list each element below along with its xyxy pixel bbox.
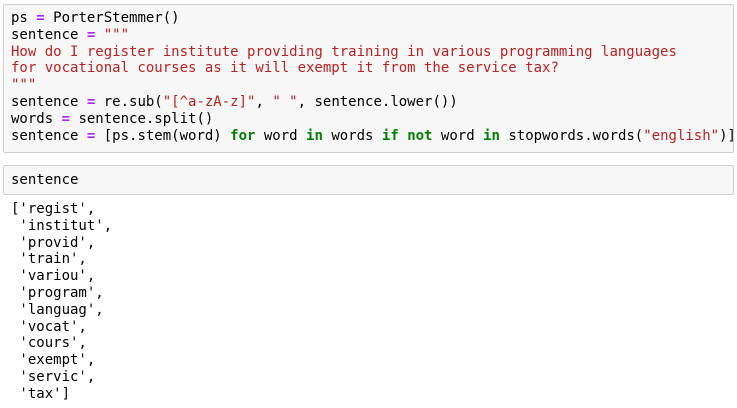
code-token: not — [407, 127, 433, 144]
code-token: for — [230, 127, 256, 144]
code-editor[interactable]: ps = PorterStemmer() sentence = """ How do… — [4, 5, 736, 145]
code-cell-input[interactable]: ps = PorterStemmer() sentence = """ How do… — [3, 4, 736, 153]
cell-output: ['regist', 'institut', 'provid', 'train'… — [11, 201, 112, 403]
code-token: , — [255, 93, 273, 110]
output-line: 'servic', — [11, 368, 96, 385]
code-token: word — [255, 127, 307, 144]
code-token: words — [322, 127, 382, 144]
output-line: 'variou', — [11, 268, 96, 285]
code-token: re.sub( — [95, 93, 163, 110]
code-line: sentence = """ — [11, 27, 733, 44]
code-token: sentence — [11, 26, 87, 43]
code-token: sentence — [11, 127, 87, 144]
code-token: if — [381, 127, 399, 144]
code-token: words — [11, 110, 62, 127]
output-line: ['regist', — [11, 201, 96, 217]
code-cell-input-2[interactable]: sentence — [3, 165, 734, 195]
code-line: How do I register institute providing tr… — [11, 44, 733, 61]
code-token: word — [432, 127, 484, 144]
output-line: 'tax'] — [11, 385, 71, 402]
output-line: 'vocat', — [11, 318, 87, 335]
code-token: sentence — [11, 93, 87, 110]
output-line: 'cours', — [11, 335, 87, 352]
output-line: 'train', — [11, 251, 87, 268]
code-line: for vocational courses as it will exempt… — [11, 60, 733, 77]
code-editor-2[interactable]: sentence — [4, 166, 733, 189]
code-line: sentence = [ps.stem(word) for word in wo… — [11, 127, 736, 145]
code-token: = — [36, 10, 45, 26]
code-line: """ — [11, 77, 733, 94]
code-token: PorterStemmer() — [44, 10, 180, 26]
code-token: , sentence.lower()) — [297, 93, 458, 110]
code-line: words = sentence.split() — [11, 111, 733, 128]
code-line: ps = PorterStemmer() — [11, 10, 733, 27]
code-line: sentence = re.sub("[^a-zA-z]", " ", sent… — [11, 94, 733, 111]
code-token: "english" — [643, 127, 720, 144]
code-token: in — [306, 127, 323, 144]
output-line: 'provid', — [11, 234, 96, 251]
code-token: in — [483, 127, 500, 144]
code-token: )] — [719, 127, 736, 144]
code-token: for vocational courses as it will exempt… — [11, 60, 559, 77]
output-line: 'institut', — [11, 217, 113, 234]
code-token: [ps.stem(word) — [95, 127, 231, 144]
code-token: " " — [272, 93, 298, 110]
output-line: 'program', — [11, 284, 104, 301]
code-token: stopwords.words( — [499, 127, 644, 144]
code-token: """ — [103, 26, 130, 43]
code-token: "[^a-zA-z]" — [162, 93, 256, 110]
output-line: 'exempt', — [11, 352, 96, 369]
code-token: ps — [11, 10, 37, 26]
code-token: How do I register institute providing tr… — [11, 43, 677, 60]
output-line: 'languag', — [11, 301, 104, 318]
code-token: """ — [11, 77, 37, 94]
code-token: = — [61, 110, 71, 127]
code-token: sentence.split() — [70, 110, 214, 127]
